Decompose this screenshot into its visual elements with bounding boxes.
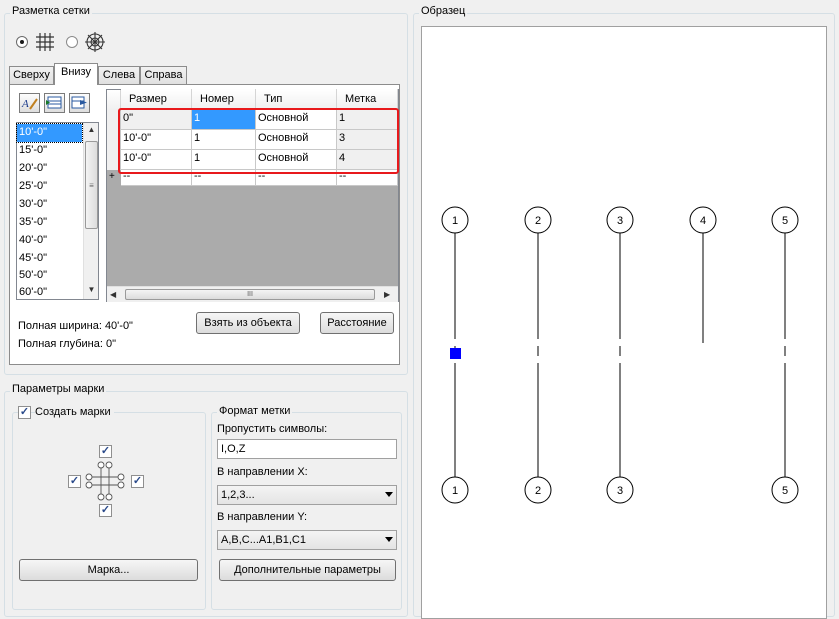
list-scrollbar[interactable]: ▲ ≡ ▼: [83, 123, 98, 299]
radial-grid-radio[interactable]: [66, 36, 78, 48]
tab-right[interactable]: Справа: [140, 66, 187, 84]
grid-bubble-label: 1: [452, 215, 458, 227]
col-header-number[interactable]: Номер: [192, 89, 256, 110]
grip-handle[interactable]: [450, 348, 461, 359]
create-marks-checkbox[interactable]: ✓: [18, 406, 31, 419]
radial-grid-icon: [85, 32, 105, 52]
skip-symbols-value: I,O,Z: [221, 443, 246, 455]
list-item[interactable]: 20'-0": [17, 160, 82, 178]
insert-table-icon: [46, 96, 62, 109]
total-width: Полная ширина: 40'-0": [18, 320, 133, 332]
x-direction-label: В направлении X:: [217, 466, 308, 478]
mark-button-label: Марка...: [87, 564, 130, 576]
list-item[interactable]: 35'-0": [17, 214, 82, 232]
grid-preview: 1 1 2 2 3 3 4 5 5: [441, 206, 799, 504]
mark-top-checkbox[interactable]: ✓: [99, 445, 112, 458]
table-scroll-thumb[interactable]: III: [125, 289, 375, 300]
y-direction-label: В направлении Y:: [217, 511, 308, 523]
grid-bubble-label: 5: [782, 215, 788, 227]
table-corner: [107, 90, 121, 110]
grid-bubble-label: 1: [452, 485, 458, 497]
skip-symbols-label: Пропустить символы:: [217, 423, 328, 435]
total-depth: Полная глубина: 0": [18, 338, 116, 350]
new-row-marker: +: [109, 171, 115, 182]
export-table-icon: [71, 96, 87, 109]
label-format-title: Формат метки: [217, 405, 293, 417]
list-item[interactable]: 60'-0": [17, 284, 82, 302]
distance-button[interactable]: Расстояние: [320, 312, 394, 334]
grid-bubble-label: 2: [535, 215, 541, 227]
mark-position-diagram-icon: [85, 461, 125, 501]
from-object-label: Взять из объекта: [204, 317, 292, 329]
y-direction-select[interactable]: A,B,C...A1,B1,C1: [217, 530, 397, 550]
list-scroll-thumb[interactable]: ≡: [85, 141, 98, 229]
x-direction-value: 1,2,3...: [221, 489, 255, 501]
edit-style-button[interactable]: A: [19, 93, 40, 113]
tab-bottom[interactable]: Внизу: [54, 63, 98, 85]
list-item[interactable]: 25'-0": [17, 178, 82, 196]
col-header-label[interactable]: Метка: [337, 89, 398, 110]
insert-row-button[interactable]: [44, 93, 65, 113]
grid-bubble-label: 3: [617, 215, 623, 227]
svg-text:A: A: [21, 98, 29, 110]
scroll-right-icon[interactable]: ▶: [384, 290, 390, 299]
grid-bubble-label: 3: [617, 485, 623, 497]
scroll-thumb-grip: III: [247, 291, 253, 298]
list-item[interactable]: 15'-0": [17, 142, 82, 160]
x-direction-select[interactable]: 1,2,3...: [217, 485, 397, 505]
rect-grid-radio[interactable]: [16, 36, 28, 48]
rect-grid-icon: [36, 33, 54, 51]
list-item[interactable]: 40'-0": [17, 232, 82, 250]
from-object-button[interactable]: Взять из объекта: [196, 312, 300, 334]
tab-left[interactable]: Слева: [98, 66, 140, 84]
col-header-type[interactable]: Тип: [256, 89, 337, 110]
distance-label: Расстояние: [327, 317, 387, 329]
mark-button[interactable]: Марка...: [19, 559, 198, 581]
preview-title: Образец: [419, 5, 468, 17]
more-params-label: Дополнительные параметры: [234, 564, 381, 576]
selection-highlight: [118, 108, 399, 174]
mark-right-checkbox[interactable]: ✓: [131, 475, 144, 488]
grid-layout-title: Разметка сетки: [10, 5, 92, 17]
scroll-up-icon[interactable]: ▲: [84, 125, 99, 134]
create-marks-label: Создать марки: [35, 406, 114, 418]
pencil-a-icon: A: [21, 98, 38, 110]
y-direction-value: A,B,C...A1,B1,C1: [221, 534, 306, 546]
list-item[interactable]: 45'-0": [17, 250, 82, 268]
dropdown-arrow-icon: [385, 537, 393, 542]
grid-bubble-label: 5: [782, 485, 788, 497]
more-params-button[interactable]: Дополнительные параметры: [219, 559, 396, 581]
grid-bubble-label: 2: [535, 485, 541, 497]
scroll-left-icon[interactable]: ◀: [110, 290, 116, 299]
list-item[interactable]: 50'-0": [17, 267, 82, 285]
delete-row-button[interactable]: [69, 93, 90, 113]
mark-bottom-checkbox[interactable]: ✓: [99, 504, 112, 517]
list-item[interactable]: 10'-0": [16, 123, 83, 143]
tab-top[interactable]: Сверху: [9, 66, 54, 84]
mark-params-title: Параметры марки: [10, 383, 107, 395]
grid-bubble-label: 4: [700, 215, 706, 227]
dropdown-arrow-icon: [385, 492, 393, 497]
col-header-size[interactable]: Размер: [121, 89, 192, 110]
mark-left-checkbox[interactable]: ✓: [68, 475, 81, 488]
skip-symbols-input[interactable]: I,O,Z: [217, 439, 397, 459]
scroll-down-icon[interactable]: ▼: [84, 285, 99, 294]
table-hscrollbar[interactable]: ◀ III ▶: [107, 286, 398, 302]
list-item[interactable]: 30'-0": [17, 196, 82, 214]
